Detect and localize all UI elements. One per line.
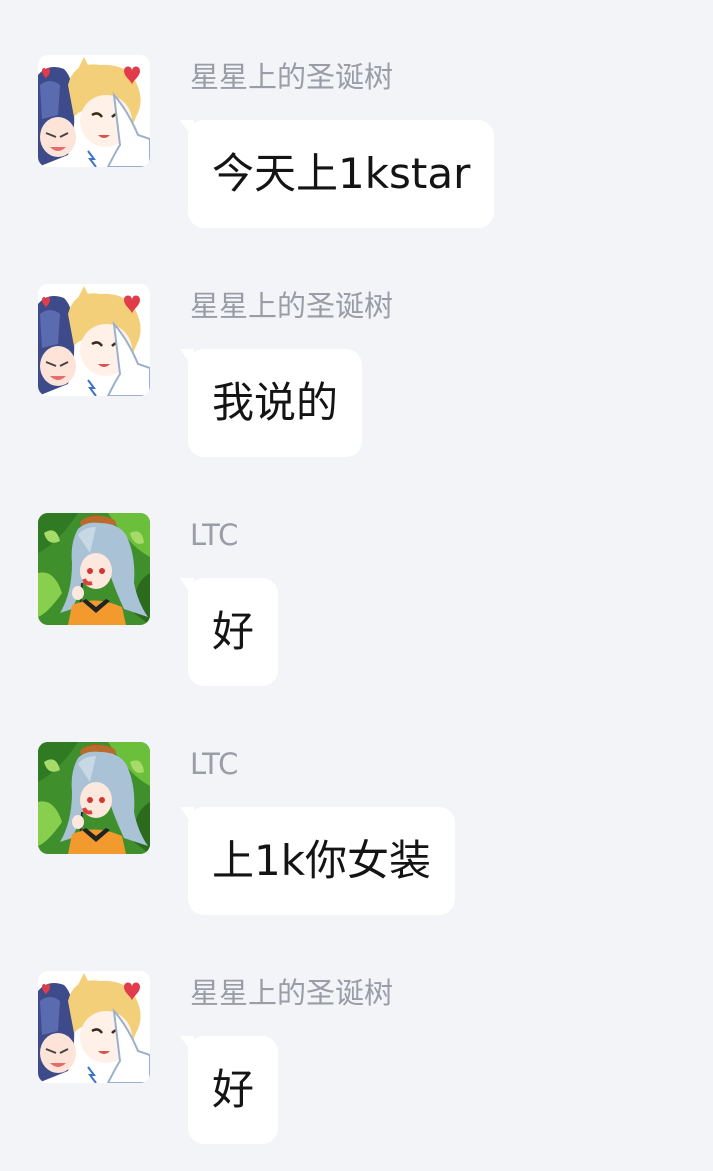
sender-avatar[interactable] <box>38 55 150 167</box>
sender-name: 星星上的圣诞树 <box>190 60 394 94</box>
anime-girl-leaves-avatar-image <box>38 742 150 854</box>
message-row: 星星上的圣诞树 今天上1kstar <box>0 55 713 235</box>
message-row: 星星上的圣诞树 好 <box>0 971 713 1151</box>
anime-couple-avatar-image <box>38 971 150 1083</box>
message-row: LTC 好 <box>0 513 713 693</box>
anime-girl-leaves-avatar-image <box>38 513 150 625</box>
anime-couple-avatar-image <box>38 55 150 167</box>
message-bubble[interactable]: 我说的 <box>179 349 363 457</box>
sender-avatar[interactable] <box>38 513 150 625</box>
message-bubble[interactable]: 今天上1kstar <box>179 120 495 228</box>
sender-name: LTC <box>190 747 239 781</box>
sender-name: LTC <box>190 518 239 552</box>
message-bubble[interactable]: 好 <box>179 578 279 686</box>
message-row: LTC 上1k你女装 <box>0 742 713 922</box>
message-bubble[interactable]: 上1k你女装 <box>179 807 456 915</box>
anime-couple-avatar-image <box>38 284 150 396</box>
chat-message-list[interactable]: 星星上的圣诞树 今天上1kstar 星星上的圣诞树 我说的 LTC 好 LTC … <box>0 0 713 1171</box>
sender-name: 星星上的圣诞树 <box>190 976 394 1010</box>
message-row: 星星上的圣诞树 我说的 <box>0 284 713 464</box>
message-bubble[interactable]: 好 <box>179 1036 279 1144</box>
sender-name: 星星上的圣诞树 <box>190 289 394 323</box>
sender-avatar[interactable] <box>38 742 150 854</box>
sender-avatar[interactable] <box>38 284 150 396</box>
sender-avatar[interactable] <box>38 971 150 1083</box>
